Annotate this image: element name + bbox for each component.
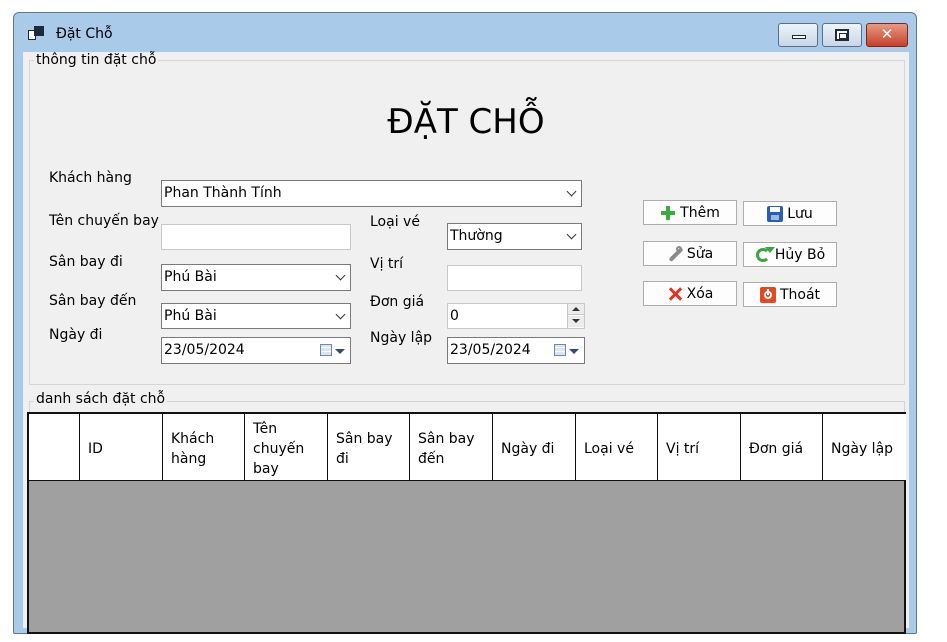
ten-chuyen-bay-input[interactable]: [161, 224, 351, 250]
close-icon: ✕: [880, 25, 894, 43]
column-header-ten-chuyen-bay[interactable]: Tên chuyến bay: [245, 414, 328, 480]
chevron-down-icon: [337, 272, 346, 281]
column-header-ngay-di[interactable]: Ngày đi: [493, 414, 576, 480]
title-bar[interactable]: Đặt Chỗ ✕: [14, 13, 916, 53]
ngay-di-datepicker[interactable]: 23/05/2024: [161, 337, 351, 364]
app-icon: [28, 26, 46, 42]
ngay-lap-datepicker[interactable]: 23/05/2024: [447, 337, 585, 364]
chevron-down-icon: [568, 188, 577, 197]
san-bay-di-label: Sân bay đi: [49, 254, 123, 270]
calendar-icon: [320, 344, 332, 356]
client-area: thông tin đặt chỗ ĐẶT CHỖ Khách hàng Tên…: [23, 52, 909, 634]
column-header-vi-tri[interactable]: Vị trí: [658, 414, 741, 480]
vi-tri-label: Vị trí: [370, 256, 404, 272]
khach-hang-label: Khách hàng: [49, 170, 132, 186]
huy-bo-label: Hủy Bỏ: [774, 246, 826, 263]
app-window: Đặt Chỗ ✕ thông tin đặt chỗ ĐẶT CHỖ Khác…: [13, 12, 917, 634]
column-header-id[interactable]: ID: [80, 414, 163, 480]
chevron-down-icon: [337, 311, 346, 320]
loai-ve-value: Thường: [450, 228, 503, 244]
save-icon: [767, 205, 784, 222]
ngay-lap-value: 23/05/2024: [450, 342, 531, 358]
san-bay-den-value: Phú Bài: [164, 308, 217, 324]
table-header: ID Khách hàng Tên chuyến bay Sân bay đi …: [29, 414, 906, 481]
column-header-loai-ve[interactable]: Loại vé: [576, 414, 658, 480]
san-bay-di-value: Phú Bài: [164, 269, 217, 285]
ten-chuyen-bay-label: Tên chuyến bay: [49, 213, 159, 229]
plus-icon: [660, 205, 676, 221]
dropdown-arrow-icon: [569, 349, 579, 354]
column-header-san-bay-di[interactable]: Sân bay đi: [328, 414, 410, 480]
sua-button[interactable]: Sửa: [643, 241, 737, 266]
thoat-label: Thoát: [779, 286, 821, 303]
huy-bo-button[interactable]: Hủy Bỏ: [743, 242, 837, 267]
spin-down-icon[interactable]: [568, 316, 584, 327]
spin-up-icon[interactable]: [568, 304, 584, 315]
exit-icon: [759, 286, 776, 303]
ngay-lap-label: Ngày lập: [370, 330, 433, 346]
loai-ve-select[interactable]: Thường: [447, 223, 582, 250]
column-header-khach-hang[interactable]: Khách hàng: [163, 414, 245, 480]
column-header-don-gia[interactable]: Đơn giá: [741, 414, 823, 480]
xoa-label: Xóa: [686, 285, 714, 302]
don-gia-spinner[interactable]: [567, 304, 584, 328]
row-header-column[interactable]: [29, 414, 80, 480]
luu-label: Lưu: [787, 205, 813, 222]
luu-button[interactable]: Lưu: [743, 201, 837, 226]
maximize-icon: [835, 29, 849, 41]
info-group-label: thông tin đặt chỗ: [34, 52, 159, 68]
page-title: ĐẶT CHỖ: [387, 102, 545, 142]
khach-hang-value: Phan Thành Tính: [164, 185, 282, 201]
delete-icon: [667, 286, 683, 302]
sua-label: Sửa: [686, 245, 714, 262]
list-group-label: danh sách đặt chỗ: [34, 391, 168, 407]
wrench-icon: [667, 245, 683, 262]
ngay-di-value: 23/05/2024: [164, 342, 245, 358]
minimize-button[interactable]: [778, 23, 818, 47]
san-bay-den-select[interactable]: Phú Bài: [161, 303, 351, 329]
column-header-san-bay-den[interactable]: Sân bay đến: [410, 414, 493, 480]
close-button[interactable]: ✕: [866, 23, 908, 47]
column-header-ngay-lap[interactable]: Ngày lập: [823, 414, 906, 480]
window-title: Đặt Chỗ: [56, 26, 113, 42]
loai-ve-label: Loại vé: [370, 214, 420, 230]
dropdown-arrow-icon: [335, 349, 345, 354]
san-bay-di-select[interactable]: Phú Bài: [161, 264, 351, 291]
booking-table[interactable]: ID Khách hàng Tên chuyến bay Sân bay đi …: [27, 412, 906, 634]
minimize-icon: [792, 35, 806, 39]
maximize-button[interactable]: [822, 23, 862, 47]
thoat-button[interactable]: Thoát: [743, 282, 837, 307]
xoa-button[interactable]: Xóa: [643, 281, 737, 306]
san-bay-den-label: Sân bay đến: [49, 293, 137, 309]
khach-hang-select[interactable]: Phan Thành Tính: [161, 180, 582, 207]
calendar-icon: [554, 344, 566, 356]
vi-tri-input[interactable]: [447, 265, 582, 291]
don-gia-value: 0: [450, 308, 459, 324]
don-gia-label: Đơn giá: [370, 294, 425, 310]
don-gia-numeric[interactable]: 0: [447, 303, 585, 329]
refresh-icon: [755, 246, 775, 263]
them-label: Thêm: [680, 204, 720, 221]
ngay-di-label: Ngày đi: [49, 327, 103, 343]
them-button[interactable]: Thêm: [643, 200, 737, 225]
chevron-down-icon: [568, 231, 577, 240]
